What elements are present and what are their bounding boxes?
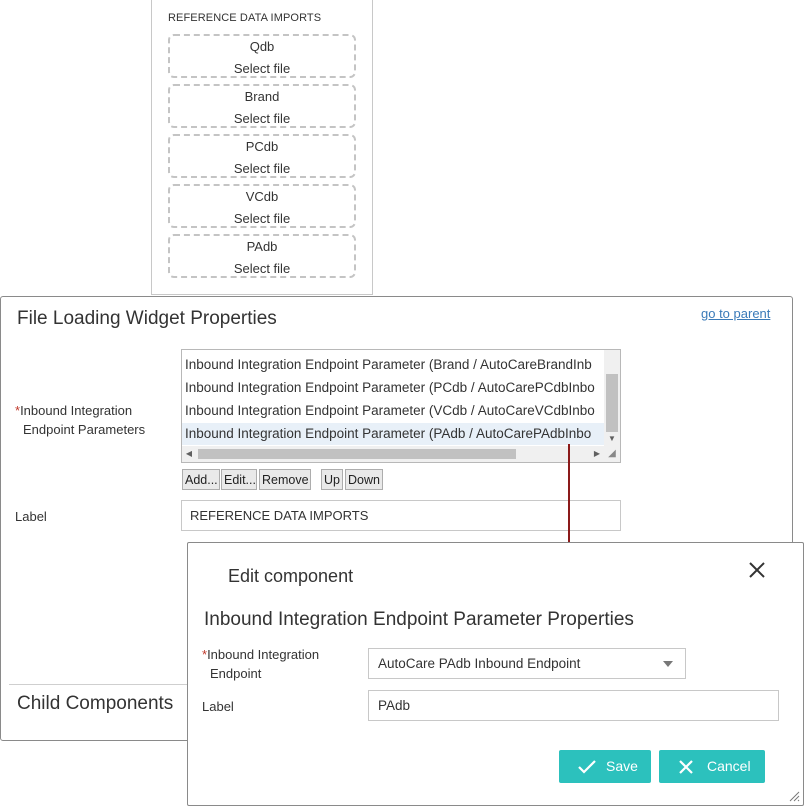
- properties-title: File Loading Widget Properties: [17, 308, 277, 329]
- checkmark-icon: [578, 760, 596, 774]
- label-input[interactable]: REFERENCE DATA IMPORTS: [181, 500, 621, 531]
- scroll-right-arrow-icon[interactable]: ▶: [590, 446, 604, 462]
- list-item[interactable]: Inbound Integration Endpoint Parameter (…: [182, 377, 607, 399]
- resize-grip-icon[interactable]: [788, 790, 800, 802]
- params-label: *Inbound Integration Endpoint Parameters: [15, 401, 145, 439]
- save-button[interactable]: Save: [559, 750, 651, 783]
- down-button[interactable]: Down: [345, 469, 383, 490]
- params-label-line1: Inbound Integration: [20, 403, 133, 418]
- cancel-button[interactable]: Cancel: [659, 750, 765, 783]
- params-listbox[interactable]: Inbound Integration Endpoint Parameter (…: [181, 349, 621, 463]
- imports-title: REFERENCE DATA IMPORTS: [168, 12, 322, 24]
- reference-data-imports-widget: REFERENCE DATA IMPORTS Qdb Select file B…: [151, 0, 373, 295]
- select-file-link[interactable]: Select file: [170, 61, 354, 76]
- label-field-label: Label: [15, 509, 47, 524]
- divider: [9, 684, 199, 685]
- dropzone-name: Brand: [244, 89, 280, 104]
- scroll-thumb[interactable]: [606, 374, 618, 432]
- dropzone-qdb[interactable]: Qdb Select file: [168, 34, 356, 78]
- dialog-subtitle: Inbound Integration Endpoint Parameter P…: [204, 609, 634, 630]
- dropzone-padb[interactable]: PAdb Select file: [168, 234, 356, 278]
- dropzone-name: VCdb: [245, 189, 279, 204]
- list-item[interactable]: Inbound Integration Endpoint Parameter (…: [182, 400, 607, 422]
- up-button[interactable]: Up: [321, 469, 343, 490]
- resize-grip-icon[interactable]: ◢: [604, 446, 620, 462]
- dialog-label-input[interactable]: PAdb: [368, 690, 779, 721]
- list-item[interactable]: Inbound Integration Endpoint Parameter (…: [182, 354, 607, 376]
- go-to-parent-link[interactable]: go to parent: [701, 306, 770, 321]
- dropzone-name: PCdb: [245, 139, 279, 154]
- horizontal-scrollbar[interactable]: ◀ ▶: [182, 446, 604, 462]
- dialog-label-field-label: Label: [202, 699, 234, 714]
- list-item-selected[interactable]: Inbound Integration Endpoint Parameter (…: [182, 423, 607, 445]
- endpoint-select[interactable]: AutoCare PAdb Inbound Endpoint: [368, 648, 686, 679]
- dropzone-pcdb[interactable]: PCdb Select file: [168, 134, 356, 178]
- scroll-left-arrow-icon[interactable]: ◀: [182, 446, 196, 462]
- remove-button[interactable]: Remove: [259, 469, 311, 490]
- params-label-line2: Endpoint Parameters: [23, 422, 146, 437]
- dropzone-name: PAdb: [246, 239, 278, 254]
- endpoint-label-line1: Inbound Integration: [207, 647, 320, 662]
- scroll-thumb[interactable]: [198, 449, 516, 459]
- scroll-down-arrow-icon[interactable]: ▼: [604, 432, 620, 446]
- endpoint-label: *Inbound Integration Endpoint: [202, 645, 319, 683]
- dropzone-name: Qdb: [249, 39, 275, 54]
- chevron-down-icon: [663, 661, 673, 667]
- vertical-scrollbar[interactable]: ▼: [604, 350, 620, 446]
- edit-component-dialog: Edit component Inbound Integration Endpo…: [187, 542, 804, 806]
- dropzone-vcdb[interactable]: VCdb Select file: [168, 184, 356, 228]
- select-file-link[interactable]: Select file: [170, 211, 354, 226]
- select-file-link[interactable]: Select file: [170, 261, 354, 276]
- close-icon[interactable]: [746, 559, 768, 581]
- add-button[interactable]: Add...: [182, 469, 220, 490]
- edit-button[interactable]: Edit...: [221, 469, 257, 490]
- select-file-link[interactable]: Select file: [170, 111, 354, 126]
- dialog-title: Edit component: [228, 566, 354, 586]
- dropzone-brand[interactable]: Brand Select file: [168, 84, 356, 128]
- endpoint-label-line2: Endpoint: [210, 666, 262, 681]
- cancel-label: Cancel: [707, 758, 751, 774]
- endpoint-select-value: AutoCare PAdb Inbound Endpoint: [378, 656, 581, 671]
- save-label: Save: [606, 758, 638, 774]
- close-icon: [679, 760, 693, 774]
- child-components-heading: Child Components: [17, 693, 174, 714]
- select-file-link[interactable]: Select file: [170, 161, 354, 176]
